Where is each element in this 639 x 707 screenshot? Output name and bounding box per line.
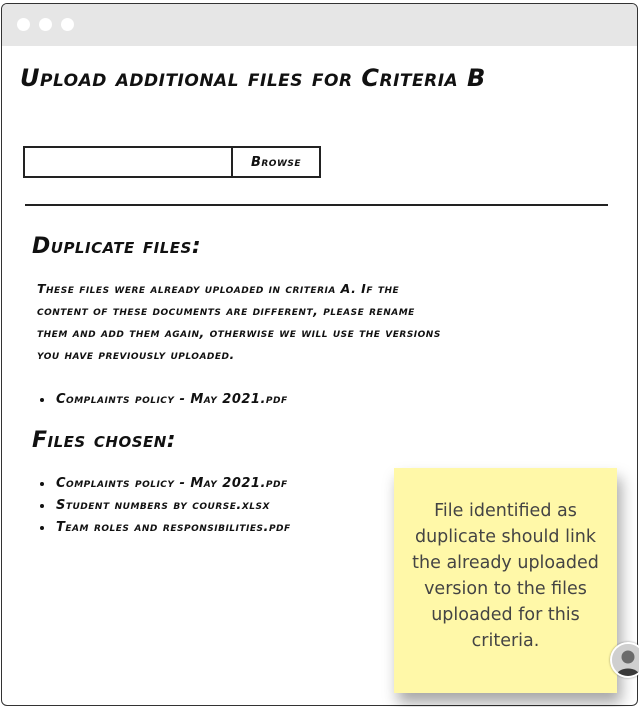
- list-item: Complaints policy - May 2021.pdf: [54, 473, 291, 495]
- list-item: Complaints policy - May 2021.pdf: [54, 389, 288, 411]
- window-close-dot[interactable]: [17, 18, 30, 31]
- file-path-input[interactable]: [23, 146, 235, 178]
- duplicate-files-message: These files were already uploaded in cri…: [37, 281, 441, 362]
- chosen-files-list: Complaints policy - May 2021.pdf Student…: [38, 473, 291, 539]
- page-title: Upload additional files for Criteria B: [20, 64, 486, 92]
- files-chosen-heading: Files chosen:: [32, 428, 177, 453]
- browse-button[interactable]: Browse: [231, 146, 321, 178]
- duplicate-files-heading: Duplicate files:: [32, 234, 202, 259]
- sticky-note-text: File identified as duplicate should link…: [412, 501, 599, 651]
- user-avatar-icon[interactable]: [610, 642, 639, 678]
- sticky-note: File identified as duplicate should link…: [394, 468, 617, 693]
- duplicate-files-list: Complaints policy - May 2021.pdf: [38, 389, 288, 411]
- list-item: Student numbers by course.xlsx: [54, 495, 291, 517]
- window-titlebar: [2, 4, 637, 46]
- list-item: Team roles and responsibilities.pdf: [54, 517, 291, 539]
- section-divider: [25, 204, 608, 206]
- window-minimize-dot[interactable]: [39, 18, 52, 31]
- window-maximize-dot[interactable]: [61, 18, 74, 31]
